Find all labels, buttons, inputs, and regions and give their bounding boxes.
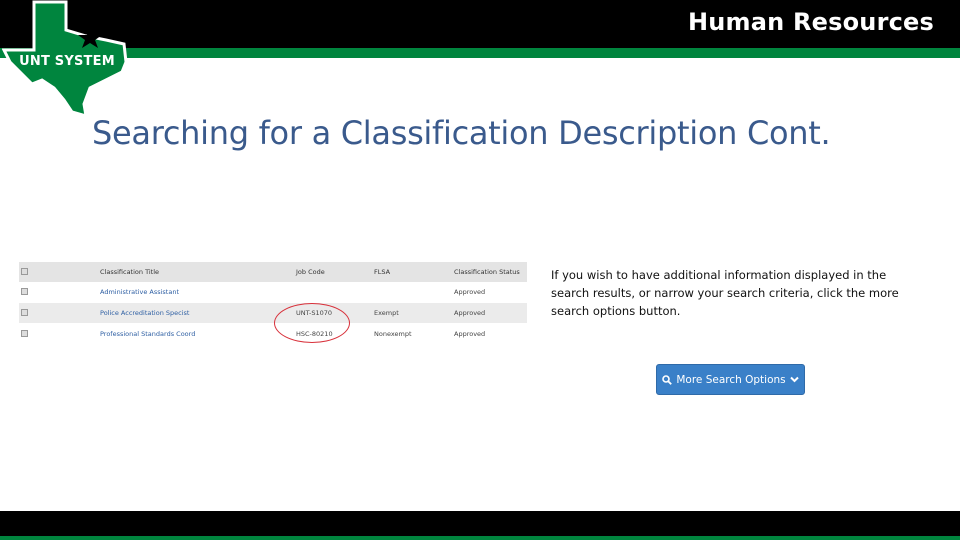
instruction-text: If you wish to have additional informati… [551,268,899,318]
column-header[interactable]: Job Code [296,262,374,282]
table-row: Police Accreditation Specist UNT-S1070 E… [19,302,527,324]
table-header-row: Classification Title Job Code FLSA Class… [19,262,527,282]
header-stripe [0,48,960,58]
row-checkbox[interactable] [19,282,100,303]
row-checkbox[interactable] [19,302,100,324]
more-search-options-label: More Search Options [676,373,786,386]
chevron-down-icon [789,376,799,383]
more-search-options-button[interactable]: More Search Options [656,364,805,395]
brand-title: Human Resources [687,8,934,36]
classification-title-link[interactable]: Police Accreditation Specist [100,302,296,324]
flsa-cell: Exempt [374,302,454,324]
slide-title: Searching for a Classification Descripti… [92,114,831,152]
select-all-checkbox[interactable] [19,262,100,282]
column-header[interactable]: FLSA [374,262,454,282]
search-icon [662,374,673,385]
row-checkbox[interactable] [19,323,100,345]
footer-stripe [0,536,960,540]
table-row: Administrative Assistant Approved [19,282,527,303]
classification-title-link[interactable]: Administrative Assistant [100,282,296,303]
job-code-highlight-circle [274,303,350,343]
flsa-cell [374,282,454,303]
flsa-cell: Nonexempt [374,323,454,345]
classification-title-link[interactable]: Professional Standards Coord [100,323,296,345]
status-cell: Approved [454,323,527,345]
column-header[interactable]: Classification Status [454,262,527,282]
status-cell: Approved [454,302,527,324]
logo-text: UNT SYSTEM [19,54,115,69]
table-row: Professional Standards Coord HSC-80210 N… [19,323,527,345]
status-cell: Approved [454,282,527,303]
job-code-cell [296,282,374,303]
results-table: Classification Title Job Code FLSA Class… [19,262,527,345]
column-header[interactable]: Classification Title [100,262,296,282]
